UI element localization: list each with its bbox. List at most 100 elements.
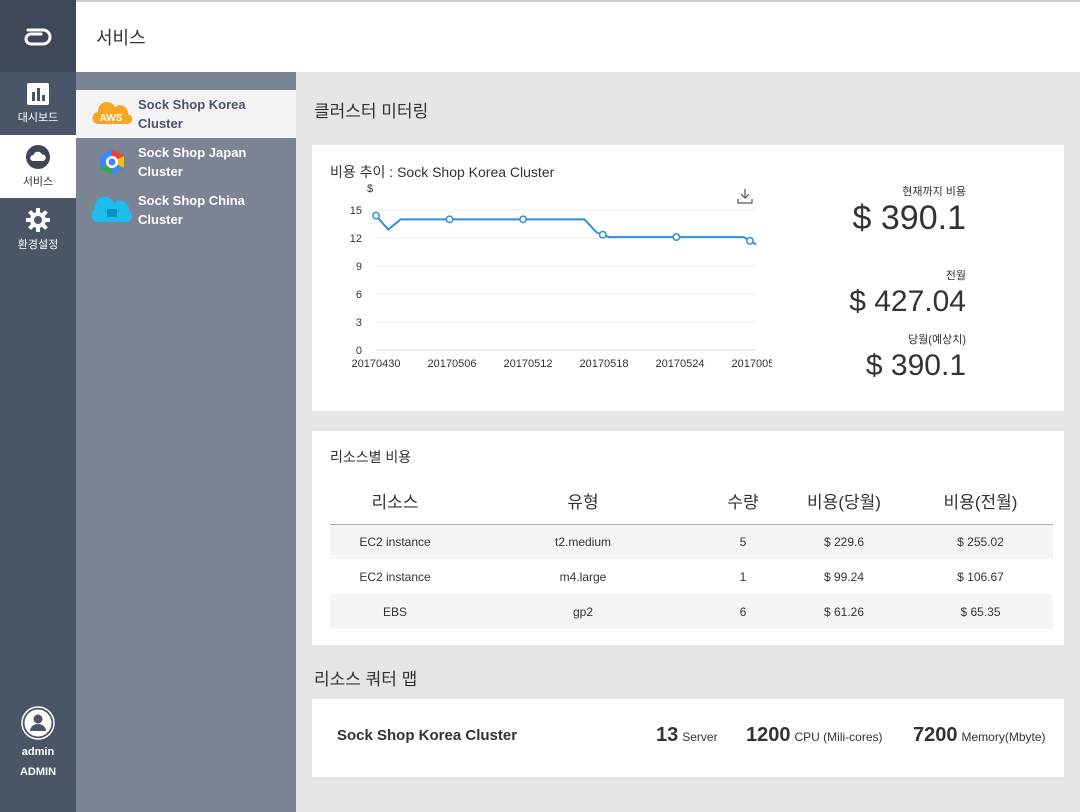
aws-icon: AWS [88, 96, 136, 132]
y-tick-label: 3 [356, 317, 362, 329]
cost-to-date: 현재까지 비용 $ 390.1 [853, 183, 966, 237]
app-logo[interactable] [0, 0, 76, 72]
x-tick-label: 20170512 [504, 358, 553, 370]
page-title: 서비스 [96, 28, 146, 48]
quota-cluster-name: Sock Shop Korea Cluster [337, 727, 518, 744]
table-row: EC2 instance m4.large 1 $ 99.24 $ 106.67 [330, 559, 1053, 594]
azure-cloud-icon [88, 192, 136, 228]
cloud-icon [26, 144, 50, 169]
cluster-china-name: Sock Shop China [138, 193, 245, 208]
cluster-japan-label: Sock Shop Japan Cluster [138, 143, 246, 181]
user-profile[interactable]: admin ADMIN [0, 706, 76, 778]
quota-cpu-count: 1200 [746, 724, 791, 746]
x-tick-label: 20170053 [732, 358, 772, 370]
nav-settings-label: 환경설정 [17, 238, 59, 251]
data-point [598, 230, 607, 239]
quota-section-title: 리소스 쿼터 맵 [314, 670, 418, 689]
y-tick-label: 0 [356, 345, 362, 357]
cell-cost-this-month: $ 61.26 [780, 594, 908, 629]
main-content: 클러스터 미터링 비용 추이 : Sock Shop Korea Cluster… [296, 72, 1080, 812]
nav-settings[interactable]: 환경설정 [0, 198, 76, 261]
y-tick-label: 12 [350, 233, 362, 245]
metering-section-title: 클러스터 미터링 [314, 102, 429, 121]
resource-cost-title: 리소스별 비용 [330, 449, 412, 465]
cell-type: m4.large [559, 569, 607, 584]
cost-this-month-estimate: 당월(예상치) $ 390.1 [866, 331, 966, 385]
cluster-japan-name: Sock Shop Japan [138, 145, 247, 160]
table-row: EBS gp2 6 $ 61.26 $ 65.35 [330, 594, 1053, 629]
table-header-row: 리소스 유형 수량 비용(당월) 비용(전월) [330, 478, 1053, 525]
col-cost-last-month: 비용(전월) [908, 478, 1053, 525]
cost-last-month: 전월 $ 427.04 [849, 267, 966, 321]
cell-cost-this-month: $ 99.24 [823, 569, 865, 584]
col-cost-this-month: 비용(당월) [780, 478, 908, 525]
nav-dashboard-label: 대시보드 [17, 111, 59, 124]
user-name: admin [21, 746, 55, 758]
quota-cpu: 1200 CPU (Mili-cores) [746, 724, 883, 747]
resource-cost-card: 리소스별 비용 리소스 유형 수량 비용(당월) 비용(전월) EC2 inst… [312, 431, 1064, 645]
y-tick-label: 9 [356, 261, 362, 273]
download-icon[interactable] [737, 188, 753, 204]
nav-service-label: 서비스 [22, 175, 54, 188]
cluster-item-japan[interactable]: Sock Shop Japan Cluster [76, 138, 296, 186]
quota-memory: 7200 Memory(Mbyte) [913, 724, 1046, 747]
cost-to-date-value: $ 390.1 [852, 199, 966, 237]
cluster-china-suffix: Cluster [138, 212, 183, 227]
x-tick-label: 20170524 [656, 358, 705, 370]
cell-cost-this-month: $ 229.6 [780, 524, 908, 559]
aws-label: AWS [100, 113, 123, 124]
series-line [375, 214, 757, 246]
cell-quantity: 6 [706, 594, 780, 629]
cost-last-month-label: 전월 [945, 270, 966, 282]
cluster-japan-suffix: Cluster [138, 164, 183, 179]
x-tick-label: 20170430 [352, 358, 401, 370]
quota-memory-count: 7200 [913, 724, 958, 746]
top-bar: 서비스 [76, 0, 1080, 72]
user-role: ADMIN [19, 766, 57, 778]
cluster-korea-name: Sock Shop Korea [138, 97, 246, 112]
col-resource: 리소스 [330, 478, 460, 525]
data-point [519, 215, 528, 224]
cost-to-date-label: 현재까지 비용 [902, 186, 966, 198]
cost-last-month-value: $ 427.04 [849, 285, 966, 318]
nav-dashboard[interactable]: 대시보드 [0, 72, 76, 135]
nav-service[interactable]: 서비스 [0, 135, 76, 198]
y-tick-label: 6 [356, 289, 362, 301]
data-point [372, 211, 380, 220]
cell-quantity: 1 [739, 569, 747, 584]
resource-quota-card: Sock Shop Korea Cluster 13 Server 1200 C… [312, 699, 1064, 777]
quota-memory-unit: Memory(Mbyte) [961, 730, 1046, 744]
cell-resource: EC2 instance [359, 569, 431, 584]
y-axis-label: $ [367, 183, 373, 195]
cost-trend-card: 비용 추이 : Sock Shop Korea Cluster 0 3 6 9 12 15… [312, 145, 1064, 411]
quota-server-unit: Server [682, 730, 718, 744]
cluster-item-korea[interactable]: AWS Sock Shop Korea Cluster [76, 90, 296, 138]
data-point [445, 215, 454, 224]
cluster-list: AWS Sock Shop Korea Cluster Sock Shop Ja… [76, 72, 296, 812]
cell-type: t2.medium [460, 524, 706, 559]
cell-resource: EBS [330, 594, 460, 629]
bar-chart-icon [27, 82, 49, 105]
table-row: EC2 instance t2.medium 5 $ 229.6 $ 255.0… [330, 524, 1053, 559]
cluster-korea-label: Sock Shop Korea Cluster [138, 95, 246, 133]
y-tick-label: 15 [350, 205, 362, 217]
left-nav: 대시보드 서비스 환경설정 admin ADMIN [0, 0, 76, 812]
col-quantity: 수량 [706, 478, 780, 525]
quota-server: 13 Server [656, 724, 718, 747]
data-point [745, 236, 754, 245]
resource-cost-table: 리소스 유형 수량 비용(당월) 비용(전월) EC2 instance t2.… [330, 478, 1053, 629]
cluster-china-label: Sock Shop China Cluster [138, 191, 245, 229]
data-point [672, 233, 681, 242]
cell-type: gp2 [460, 594, 706, 629]
x-tick-label: 20170518 [580, 358, 629, 370]
google-cloud-icon [88, 144, 136, 180]
cell-quantity: 5 [706, 524, 780, 559]
x-tick-label: 20170506 [428, 358, 477, 370]
cell-cost-last-month: $ 65.35 [908, 594, 1053, 629]
cost-estimate-label: 당월(예상치) [908, 334, 966, 346]
gear-icon [26, 207, 50, 232]
user-avatar-icon [21, 706, 55, 740]
cost-trend-chart: 0 3 6 9 12 15 $20170430 20170506 20170512 2017051… [350, 183, 772, 370]
cluster-item-china[interactable]: Sock Shop China Cluster [76, 186, 296, 234]
cell-resource: EC2 instance [330, 524, 460, 559]
